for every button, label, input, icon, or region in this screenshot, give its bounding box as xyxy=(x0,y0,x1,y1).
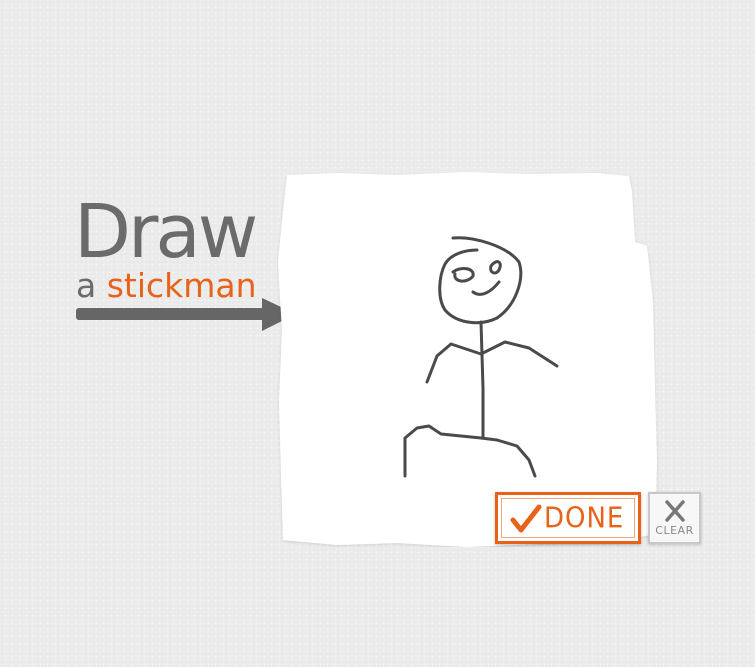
title-draw: Draw xyxy=(74,189,258,275)
done-button-label: DONE xyxy=(544,502,625,536)
stroke-smile xyxy=(471,280,501,296)
stroke-eye xyxy=(489,260,502,275)
stroke-nose xyxy=(451,267,475,283)
x-icon xyxy=(665,500,685,522)
clear-button[interactable]: CLEAR xyxy=(648,492,701,544)
stroke-arms xyxy=(425,340,559,384)
done-button[interactable]: DONE xyxy=(495,492,641,544)
stroke-legs xyxy=(403,424,537,478)
stroke-body xyxy=(479,320,485,440)
checkmark-icon xyxy=(510,504,542,533)
drawing-canvas[interactable] xyxy=(277,172,659,547)
right-arrow-icon xyxy=(76,298,296,331)
stroke-head xyxy=(438,236,523,325)
clear-button-label: CLEAR xyxy=(655,524,694,537)
